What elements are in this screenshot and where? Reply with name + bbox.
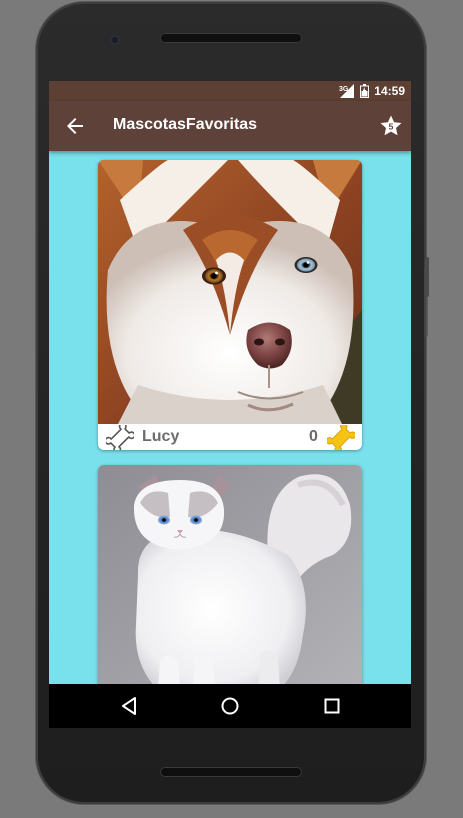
earpiece-speaker	[160, 33, 302, 43]
signal-icon: 3G	[339, 84, 355, 98]
home-circle-icon[interactable]	[218, 694, 242, 718]
battery-icon	[360, 84, 370, 98]
system-nav-bar	[49, 684, 411, 728]
pet-name: Lucy	[142, 428, 180, 445]
pet-card-footer: Lucy 0	[98, 424, 362, 450]
pet-rating: 0	[309, 428, 318, 445]
pet-card[interactable]: Lucy 0	[98, 160, 362, 450]
front-camera	[110, 35, 120, 45]
favorites-count: 5	[389, 122, 394, 132]
bone-gold-icon	[327, 425, 355, 450]
white-ragdoll-cat-photo	[98, 465, 362, 684]
back-triangle-icon[interactable]	[117, 694, 141, 718]
volume-button	[424, 267, 428, 337]
arrow-left-icon[interactable]	[63, 114, 87, 138]
bottom-speaker	[160, 767, 302, 777]
app-screen: 3G 14:59 MascotasFavoritas 5 Lucy 0	[49, 81, 411, 728]
page-title: MascotasFavoritas	[113, 116, 258, 133]
pet-card[interactable]	[98, 465, 362, 684]
clock: 14:59	[374, 84, 405, 98]
pet-list[interactable]: Lucy 0	[49, 151, 411, 684]
recents-square-icon[interactable]	[320, 694, 344, 718]
bone-outline-icon[interactable]	[106, 425, 134, 450]
husky-dog-photo	[98, 160, 362, 424]
status-bar: 3G 14:59	[49, 81, 411, 101]
network-type: 3G	[339, 86, 349, 93]
star-badge-icon[interactable]: 5	[379, 114, 403, 138]
app-toolbar: MascotasFavoritas 5	[49, 101, 411, 151]
